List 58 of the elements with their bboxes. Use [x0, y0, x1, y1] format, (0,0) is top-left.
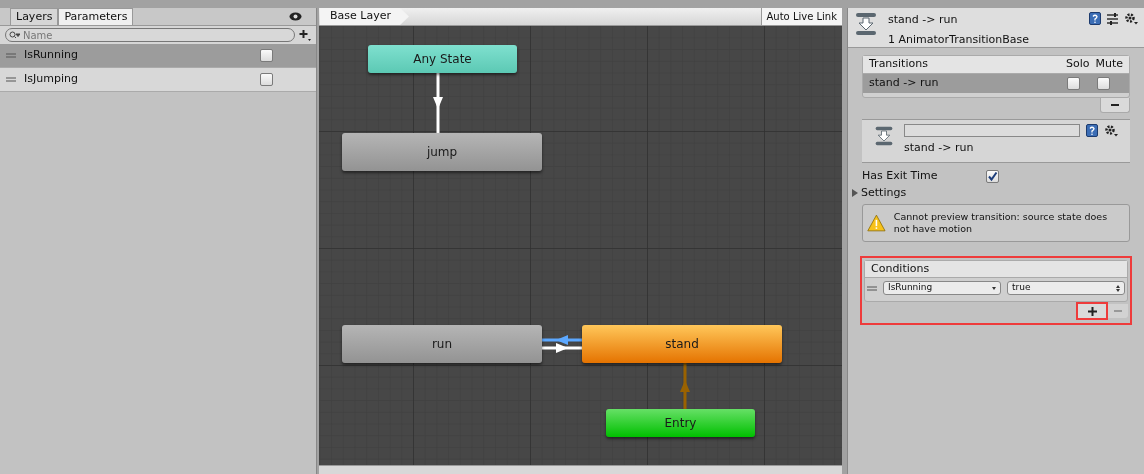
inspector-subtitle: 1 AnimatorTransitionBase [888, 31, 1031, 48]
state-node[interactable]: Entry [606, 409, 755, 437]
transition-label: stand -> run [904, 140, 975, 156]
remove-button[interactable] [1100, 98, 1130, 113]
settings-icon[interactable] [1124, 12, 1138, 25]
solo-checkbox[interactable] [1067, 77, 1080, 90]
breadcrumb[interactable]: Base Layer [320, 8, 409, 25]
transition-name: stand -> run [869, 75, 940, 92]
search-field[interactable]: Name [5, 28, 295, 42]
parameter-dropdown[interactable]: IsRunning [883, 281, 1001, 295]
warning-text: Cannot preview transition: source state does not have motion [893, 211, 1109, 235]
column-header: Solo [1065, 56, 1090, 73]
minus-icon [1111, 104, 1119, 106]
warning-icon [867, 212, 886, 234]
settings-foldout[interactable]: Settings [848, 185, 1144, 201]
state-node[interactable]: stand [582, 325, 782, 363]
plus-icon [1087, 306, 1097, 316]
triangle-icon [851, 189, 859, 197]
state-node[interactable]: Any State [368, 45, 517, 73]
transition-arrow[interactable] [542, 343, 582, 353]
inspector-title: stand -> run [888, 12, 959, 28]
state-node[interactable]: run [342, 325, 542, 363]
transition-row[interactable]: stand -> run [863, 74, 1129, 93]
auto-live-link-button[interactable]: Auto Live Link [760, 8, 842, 25]
column-header: Transitions [869, 56, 929, 73]
parameter-name: IsJumping [24, 71, 79, 88]
minus-icon [1114, 310, 1122, 312]
help-icon[interactable] [1089, 12, 1101, 25]
field-label: Has Exit Time [862, 167, 939, 184]
sliders-icon[interactable] [1107, 12, 1118, 25]
state-node[interactable]: jump [342, 133, 542, 171]
parameter-name: IsRunning [24, 47, 80, 64]
mute-checkbox[interactable] [1097, 77, 1110, 90]
check-icon [987, 170, 998, 182]
drag-handle-icon[interactable] [6, 77, 16, 82]
parameter-checkbox[interactable] [260, 49, 273, 62]
panel-tab[interactable]: Parameters [58, 8, 134, 25]
conditions-header: Conditions [871, 260, 930, 277]
name-field[interactable] [904, 124, 1080, 137]
column-header: Mute [1095, 56, 1123, 73]
transition-icon [854, 12, 878, 36]
value-dropdown[interactable]: true [1007, 281, 1125, 295]
transition-arrow[interactable] [433, 73, 443, 133]
parameter-row[interactable]: IsJumping [0, 68, 316, 92]
parameter-row[interactable]: IsRunning [0, 44, 316, 68]
settings-icon[interactable] [1104, 124, 1118, 137]
eye-icon[interactable] [289, 12, 302, 21]
help-icon[interactable] [1086, 124, 1098, 137]
parameter-checkbox[interactable] [260, 73, 273, 86]
drag-handle-icon[interactable] [6, 53, 16, 58]
up-down-icon [1116, 284, 1120, 292]
transition-icon [874, 126, 894, 146]
caret-icon [992, 286, 996, 290]
panel-tab[interactable]: Layers [10, 8, 59, 25]
drag-handle-icon[interactable] [867, 285, 877, 291]
add-icon[interactable] [299, 29, 311, 41]
has-exit-time-checkbox[interactable] [986, 169, 999, 183]
search-icon [9, 30, 20, 40]
